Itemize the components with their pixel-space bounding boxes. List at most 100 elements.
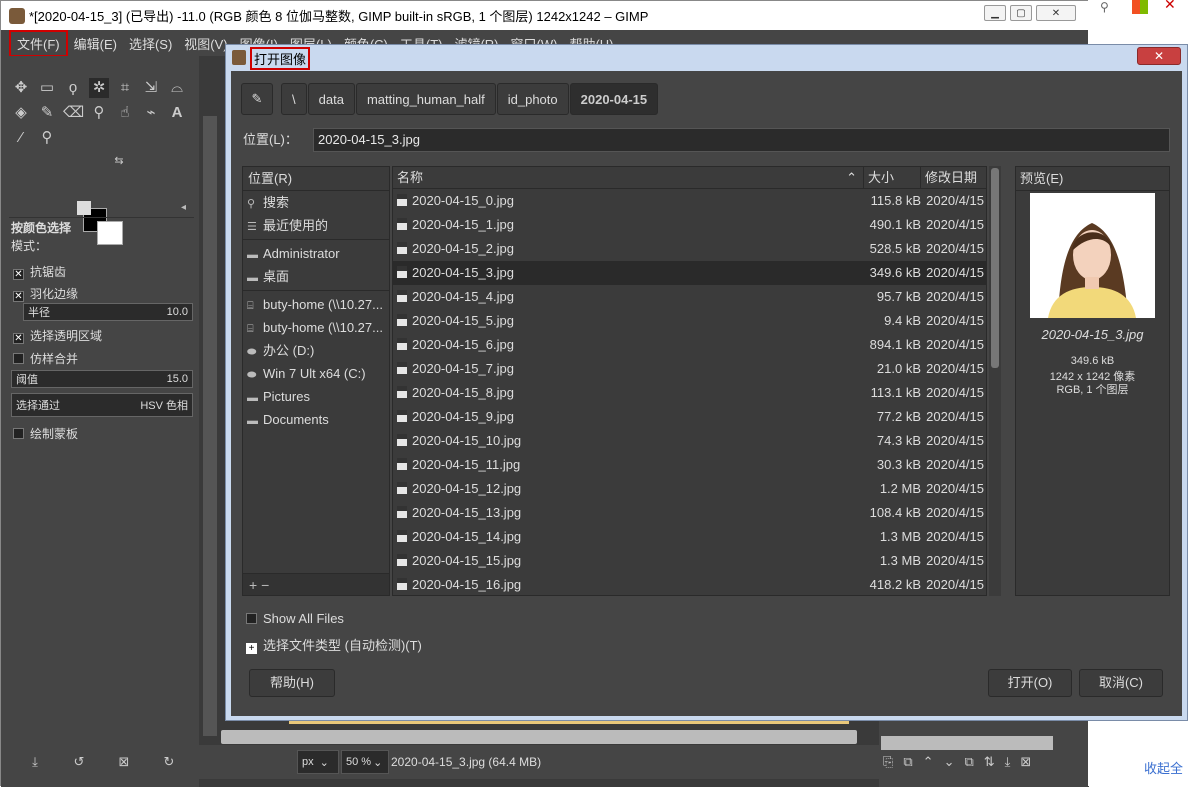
show-all-files-checkbox[interactable]	[246, 613, 257, 624]
file-row[interactable]: 2020-04-15_4.jpg 95.7 kB 2020/4/15	[393, 285, 986, 309]
select-transparent-option[interactable]: ✕ 选择透明区域	[13, 327, 102, 344]
file-row[interactable]: 2020-04-15_15.jpg 1.3 MB 2020/4/15	[393, 549, 986, 573]
lasso-tool-icon[interactable]: ϙ	[63, 78, 83, 98]
restore-options-icon[interactable]: ↺	[69, 752, 89, 772]
radius-spinner[interactable]: 半径 10.0	[23, 303, 193, 321]
place-documents[interactable]: ▬ Documents	[243, 408, 389, 431]
collapse-all-link[interactable]: 收起全	[1144, 758, 1183, 777]
file-row[interactable]: 2020-04-15_5.jpg 9.4 kB 2020/4/15	[393, 309, 986, 333]
apps-icon[interactable]	[1132, 0, 1148, 14]
open-button[interactable]: 打开(O)	[988, 669, 1072, 697]
file-row[interactable]: 2020-04-15_11.jpg 30.3 kB 2020/4/15	[393, 453, 986, 477]
antialias-checkbox[interactable]: ✕	[13, 269, 24, 280]
feather-checkbox[interactable]: ✕	[13, 291, 24, 302]
breadcrumb-id-photo[interactable]: id_photo	[496, 83, 569, 115]
save-options-icon[interactable]: ⤓	[25, 752, 45, 772]
smudge-tool-icon[interactable]: ☝	[115, 103, 135, 123]
transform-tool-icon[interactable]: ⇲	[141, 78, 161, 98]
draw-mask-checkbox[interactable]	[13, 428, 24, 439]
place-pictures[interactable]: ▬ Pictures	[243, 385, 389, 408]
close-icon[interactable]: ✕	[1164, 0, 1176, 13]
crop-tool-icon[interactable]: ⌗	[115, 78, 135, 98]
delete-options-icon[interactable]: ⊠	[114, 752, 134, 772]
warp-tool-icon[interactable]: ⌓	[167, 78, 187, 98]
antialias-option[interactable]: ✕ 抗锯齿	[13, 263, 66, 280]
text-tool-icon[interactable]: A	[167, 103, 187, 123]
paintbrush-tool-icon[interactable]: ✎	[37, 103, 57, 123]
breadcrumb-matting-human-half[interactable]: matting_human_half	[355, 83, 496, 115]
column-date[interactable]: 修改日期	[921, 167, 986, 188]
file-row[interactable]: 2020-04-15_12.jpg 1.2 MB 2020/4/15	[393, 477, 986, 501]
zoom-tool-icon[interactable]: ⚲	[37, 128, 57, 148]
zoom-dropdown[interactable]: 50 % ⌄	[341, 750, 389, 774]
close-window-button[interactable]: ✕	[1036, 5, 1076, 21]
cancel-button[interactable]: 取消(C)	[1079, 669, 1163, 697]
feather-option[interactable]: ✕ 羽化边缘	[13, 285, 78, 302]
dialog-close-button[interactable]: ✕	[1137, 47, 1181, 65]
file-type-expander[interactable]: + 选择文件类型 (自动检测)(T)	[246, 635, 422, 654]
bucket-fill-tool-icon[interactable]: ◈	[11, 103, 31, 123]
place-drive-c[interactable]: ⬬ Win 7 Ult x64 (C:)	[243, 362, 389, 385]
file-row[interactable]: 2020-04-15_9.jpg 77.2 kB 2020/4/15	[393, 405, 986, 429]
help-button[interactable]: 帮助(H)	[249, 669, 335, 697]
unit-dropdown[interactable]: px ⌄	[297, 750, 339, 774]
move-tool-icon[interactable]: ✥	[11, 78, 31, 98]
reset-options-icon[interactable]: ↻	[159, 752, 179, 772]
layers-scrollbar[interactable]	[881, 736, 1053, 750]
column-size[interactable]: 大小	[864, 167, 921, 188]
file-row[interactable]: 2020-04-15_6.jpg 894.1 kB 2020/4/15	[393, 333, 986, 357]
horizontal-scrollbar[interactable]	[221, 730, 857, 744]
tab-tool-options-icon[interactable]	[77, 201, 91, 215]
breadcrumb-data[interactable]: data	[307, 83, 355, 115]
threshold-spinner[interactable]: 阈值 15.0	[11, 370, 193, 388]
column-name[interactable]: 名称 ⌃	[393, 167, 864, 188]
search-icon[interactable]: ⚲	[1100, 0, 1109, 14]
place-network-1[interactable]: ⌸ buty-home (\\10.27...	[243, 293, 389, 316]
breadcrumb-current[interactable]: 2020-04-15	[569, 83, 659, 115]
file-row-selected[interactable]: 2020-04-15_3.jpg 349.6 kB 2020/4/15	[393, 261, 986, 285]
place-administrator[interactable]: ▬ Administrator	[243, 242, 389, 265]
breadcrumb-root[interactable]: \	[281, 83, 307, 115]
menu-file[interactable]: 文件(F)	[9, 29, 68, 57]
rect-select-tool-icon[interactable]: ▭	[37, 78, 57, 98]
place-recent[interactable]: ☰ 最近使用的	[243, 214, 389, 237]
file-row[interactable]: 2020-04-15_7.jpg 21.0 kB 2020/4/15	[393, 357, 986, 381]
place-drive-d[interactable]: ⬬ 办公 (D:)	[243, 339, 389, 362]
file-row[interactable]: 2020-04-15_1.jpg 490.1 kB 2020/4/15	[393, 213, 986, 237]
show-all-files-option[interactable]: Show All Files	[246, 611, 344, 626]
minimize-button[interactable]: ▁	[984, 5, 1006, 21]
eraser-tool-icon[interactable]: ⌫	[63, 103, 84, 123]
select-by-dropdown[interactable]: 选择通过 HSV 色相	[11, 393, 193, 417]
menu-edit[interactable]: 编辑(E)	[68, 32, 123, 55]
file-list-scrollbar[interactable]	[989, 166, 1001, 596]
menu-select[interactable]: 选择(S)	[123, 32, 178, 55]
sample-merged-option[interactable]: 仿样合并	[13, 350, 78, 367]
file-row[interactable]: 2020-04-15_0.jpg 115.8 kB 2020/4/15	[393, 189, 986, 213]
place-network-2[interactable]: ⌸ buty-home (\\10.27...	[243, 316, 389, 339]
draw-mask-option[interactable]: 绘制蒙板	[13, 425, 78, 442]
place-search[interactable]: ⚲ 搜索	[243, 191, 389, 214]
place-desktop[interactable]: ▬ 桌面	[243, 265, 389, 288]
file-row[interactable]: 2020-04-15_8.jpg 113.1 kB 2020/4/15	[393, 381, 986, 405]
sample-merged-checkbox[interactable]	[13, 353, 24, 364]
layer-actions-toolbar[interactable]: ⎘⧉⌃⌄⧉⇅⤓⊠	[883, 754, 1083, 770]
clone-tool-icon[interactable]: ⚲	[89, 103, 109, 123]
swap-colors-icon[interactable]: ⇆	[109, 151, 129, 171]
file-row[interactable]: 2020-04-15_14.jpg 1.3 MB 2020/4/15	[393, 525, 986, 549]
color-picker-tool-icon[interactable]: ⁄	[11, 128, 31, 148]
paths-tool-icon[interactable]: ⌁	[141, 103, 161, 123]
edit-location-button[interactable]: ✎	[241, 83, 273, 115]
file-row[interactable]: 2020-04-15_16.jpg 418.2 kB 2020/4/15	[393, 573, 986, 595]
location-input[interactable]: 2020-04-15_3.jpg	[313, 128, 1170, 152]
select-by-color-tool-icon[interactable]: ✲	[89, 78, 109, 98]
places-add-remove[interactable]: + −	[243, 573, 389, 595]
file-row[interactable]: 2020-04-15_10.jpg 74.3 kB 2020/4/15	[393, 429, 986, 453]
maximize-button[interactable]: ▢	[1010, 5, 1032, 21]
panel-menu-icon[interactable]: ◂	[181, 202, 186, 213]
scrollbar-thumb[interactable]	[991, 168, 999, 368]
background-color-swatch[interactable]	[97, 221, 123, 245]
file-row[interactable]: 2020-04-15_13.jpg 108.4 kB 2020/4/15	[393, 501, 986, 525]
file-row[interactable]: 2020-04-15_2.jpg 528.5 kB 2020/4/15	[393, 237, 986, 261]
select-transparent-checkbox[interactable]: ✕	[13, 333, 24, 344]
recent-icon: ☰	[247, 221, 257, 233]
